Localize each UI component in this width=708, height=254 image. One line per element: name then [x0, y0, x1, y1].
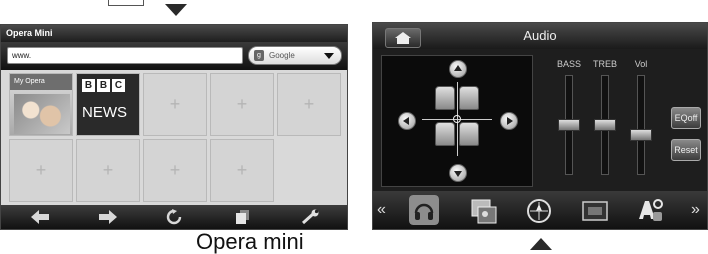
reload-icon[interactable] [163, 209, 185, 225]
balance-right-button[interactable] [500, 112, 518, 130]
chevron-down-icon[interactable] [324, 53, 334, 59]
speed-dial-empty[interactable]: + [210, 139, 274, 202]
chevron-down-icon [454, 171, 462, 177]
balance-fader-panel[interactable] [381, 55, 533, 187]
people-photo-thumbnail [14, 94, 70, 134]
fader-down-button[interactable] [449, 164, 467, 182]
speed-dial-label: My Opera [14, 78, 45, 85]
balance-left-button[interactable] [398, 112, 416, 130]
photo-icon[interactable] [469, 197, 499, 227]
reset-button[interactable]: Reset [671, 139, 701, 161]
video-icon[interactable] [580, 196, 610, 226]
speed-dial-empty[interactable]: + [76, 139, 140, 202]
car-seat-icon [435, 122, 455, 146]
chevron-up-icon [454, 65, 462, 71]
home-icon [395, 32, 411, 44]
car-seat-icon [435, 86, 455, 110]
bass-slider-knob[interactable] [558, 119, 580, 131]
volume-slider-track[interactable] [637, 75, 645, 175]
navigation-icon[interactable] [524, 196, 554, 226]
bbc-logo-letter: C [112, 79, 125, 92]
headphones-icon[interactable] [409, 195, 439, 225]
scroll-left-button[interactable]: « [377, 202, 386, 218]
treble-label: TREB [592, 59, 617, 69]
speed-dial-my-opera[interactable]: My Opera [9, 73, 73, 136]
bbc-news-label: NEWS [82, 104, 127, 121]
tabs-icon[interactable] [231, 209, 253, 225]
search-engine-label: Google [269, 51, 295, 60]
audio-title: Audio [523, 28, 557, 43]
volume-slider-knob[interactable] [630, 129, 652, 141]
bbc-logo-letter: B [82, 79, 95, 92]
car-seat-icon [459, 86, 479, 110]
url-field[interactable]: www. [7, 47, 243, 64]
caption-text: Opera mini [196, 229, 304, 254]
chevron-right-icon [507, 117, 513, 125]
opera-title-bar: Opera Mini [1, 25, 347, 42]
search-engine-field[interactable]: g Google [248, 46, 342, 65]
volume-label: Vol [634, 59, 648, 69]
speed-dial-empty[interactable]: + [277, 73, 341, 136]
speed-dial-empty[interactable]: + [143, 73, 207, 136]
car-seat-icon [459, 122, 479, 146]
pointer-down-icon [165, 4, 187, 16]
chevron-left-icon [403, 117, 409, 125]
treble-slider-knob[interactable] [594, 119, 616, 131]
audio-settings-window: Audio BASS TREB Vol EQoff Reset « » [372, 22, 708, 230]
opera-mini-window: Opera Mini www. g Google My Opera B B C … [0, 24, 348, 230]
wrench-icon[interactable] [299, 209, 321, 225]
fader-up-button[interactable] [449, 60, 467, 78]
google-icon: g [254, 50, 264, 61]
back-arrow-icon[interactable] [29, 209, 51, 225]
fader-position-marker[interactable] [453, 115, 461, 123]
text-icon[interactable] [635, 195, 665, 225]
speed-dial-empty[interactable]: + [210, 73, 274, 136]
forward-arrow-icon[interactable] [97, 209, 119, 225]
eq-off-button[interactable]: EQoff [671, 107, 701, 129]
home-button[interactable] [385, 28, 421, 48]
speed-dial-empty[interactable]: + [143, 139, 207, 202]
bbc-logo-letter: B [97, 79, 110, 92]
scroll-right-button[interactable]: » [691, 202, 700, 218]
bass-label: BASS [556, 59, 581, 69]
speed-dial-empty[interactable]: + [9, 139, 73, 202]
speed-dial-bbc-news[interactable]: B B C NEWS [76, 73, 140, 136]
pointer-up-icon [530, 238, 552, 250]
top-tab-indicator [108, 0, 144, 6]
